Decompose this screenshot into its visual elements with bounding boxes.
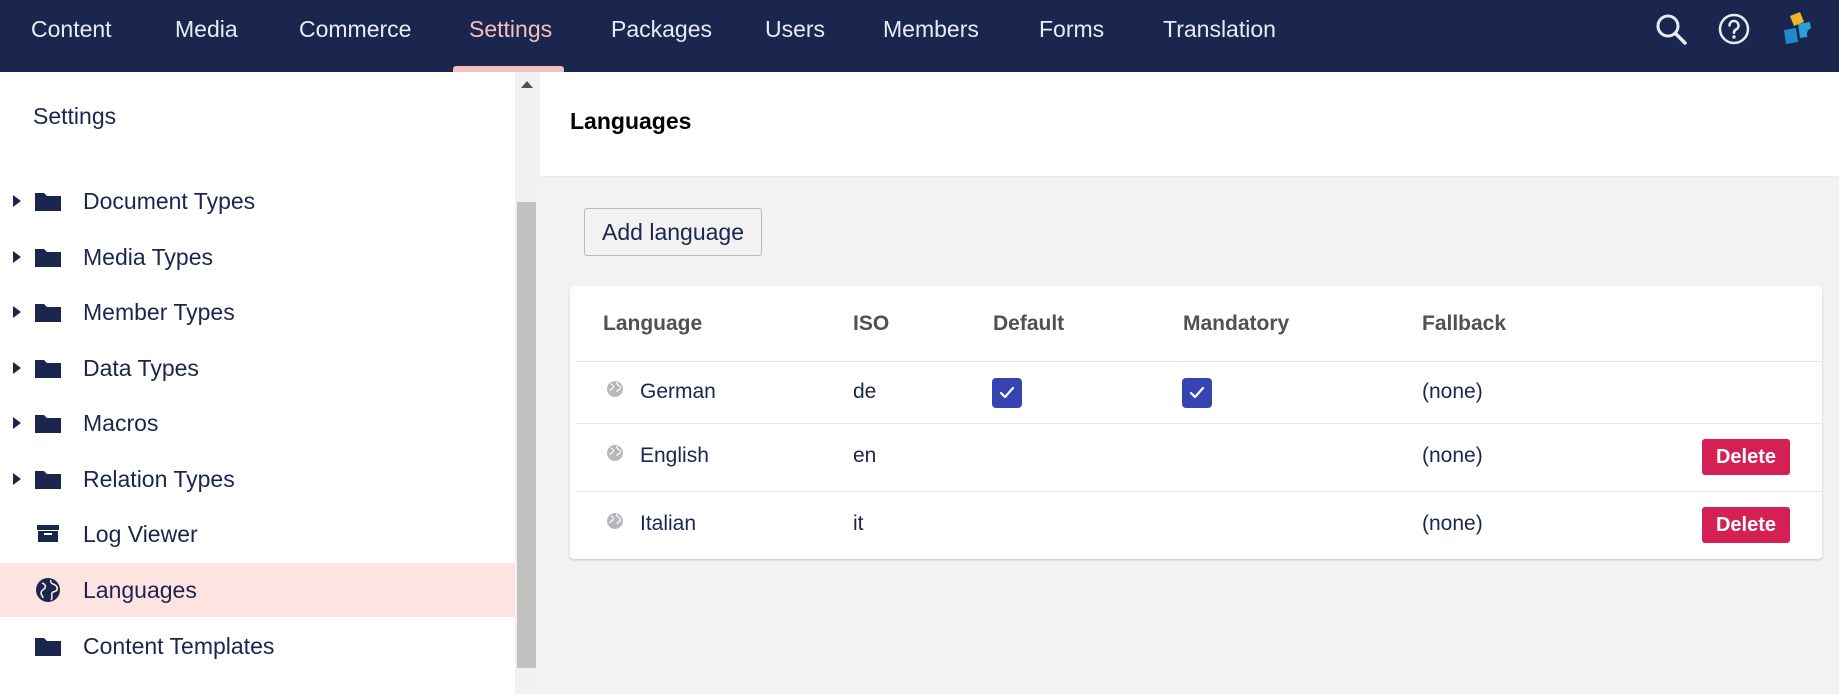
nav-forms[interactable]: Forms — [1039, 0, 1104, 72]
language-iso: en — [853, 444, 877, 467]
sidebar-item-label: Relation Types — [83, 466, 235, 492]
language-name[interactable]: German — [640, 380, 716, 404]
sidebar-item-macros[interactable]: Macros — [0, 396, 515, 450]
sidebar-item-content-templates[interactable]: Content Templates — [0, 619, 515, 673]
folder-icon — [34, 354, 62, 382]
column-header-mandatory[interactable]: Mandatory — [1183, 312, 1289, 336]
nav-settings[interactable]: Settings — [469, 0, 552, 72]
expand-caret-icon[interactable] — [13, 473, 21, 485]
row-divider — [576, 491, 1822, 492]
delete-button[interactable]: Delete — [1702, 507, 1790, 543]
expand-caret-icon[interactable] — [13, 362, 21, 374]
help-icon[interactable] — [1717, 12, 1751, 46]
sidebar-item-label: Media Types — [83, 244, 213, 270]
nav-members[interactable]: Members — [883, 0, 979, 72]
page-title: Languages — [570, 108, 692, 134]
language-name[interactable]: English — [640, 444, 709, 468]
sidebar-item-label: Macros — [83, 410, 159, 436]
user-avatar-icon[interactable] — [1780, 10, 1820, 50]
sidebar-item-label: Member Types — [83, 299, 235, 325]
sidebar-item-member-types[interactable]: Member Types — [0, 285, 515, 339]
folder-icon — [34, 409, 62, 437]
main-header — [540, 72, 1839, 177]
nav-media[interactable]: Media — [175, 0, 238, 72]
globe-icon — [606, 444, 624, 462]
language-fallback: (none) — [1422, 512, 1483, 535]
sidebar-item-data-types[interactable]: Data Types — [0, 341, 515, 395]
row-divider — [576, 361, 1822, 362]
expand-caret-icon[interactable] — [13, 306, 21, 318]
sidebar-item-label: Log Viewer — [83, 521, 198, 547]
column-header-iso[interactable]: ISO — [853, 312, 889, 336]
language-fallback: (none) — [1422, 444, 1483, 467]
expand-caret-icon[interactable] — [13, 417, 21, 429]
sidebar-item-languages[interactable]: Languages — [0, 563, 515, 617]
folder-icon — [34, 298, 62, 326]
archive-icon — [34, 520, 62, 548]
sidebar-scroll-thumb[interactable] — [517, 202, 536, 668]
delete-button[interactable]: Delete — [1702, 439, 1790, 475]
column-header-fallback[interactable]: Fallback — [1422, 312, 1506, 336]
column-header-language[interactable]: Language — [603, 312, 702, 336]
language-iso: it — [853, 512, 864, 535]
sidebar-item-label: Content Templates — [83, 633, 275, 659]
nav-translation[interactable]: Translation — [1163, 0, 1276, 72]
folder-icon — [34, 632, 62, 660]
column-header-default[interactable]: Default — [993, 312, 1064, 336]
globe-icon — [34, 576, 62, 604]
sidebar-item-label: Data Types — [83, 355, 199, 381]
default-checkbox[interactable] — [992, 378, 1022, 408]
search-icon[interactable] — [1654, 12, 1688, 46]
nav-commerce[interactable]: Commerce — [299, 0, 411, 72]
language-name[interactable]: Italian — [640, 512, 696, 536]
folder-icon — [34, 243, 62, 271]
sidebar-item-label: Languages — [83, 577, 197, 603]
scroll-up-arrow-icon[interactable] — [521, 81, 533, 88]
mandatory-checkbox[interactable] — [1182, 378, 1212, 408]
expand-caret-icon[interactable] — [13, 195, 21, 207]
nav-content[interactable]: Content — [31, 0, 112, 72]
globe-icon — [606, 380, 624, 398]
sidebar-item-label: Document Types — [83, 188, 256, 214]
sidebar-item-document-types[interactable]: Document Types — [0, 174, 515, 228]
sidebar-title: Settings — [33, 103, 117, 129]
nav-users[interactable]: Users — [765, 0, 825, 72]
add-language-button[interactable]: Add language — [584, 208, 762, 256]
folder-icon — [34, 187, 62, 215]
sidebar-item-relation-types[interactable]: Relation Types — [0, 452, 515, 506]
sidebar-item-log-viewer[interactable]: Log Viewer — [0, 507, 515, 561]
row-divider — [576, 423, 1822, 424]
language-fallback: (none) — [1422, 380, 1483, 403]
globe-icon — [606, 512, 624, 530]
folder-icon — [34, 465, 62, 493]
nav-packages[interactable]: Packages — [611, 0, 712, 72]
expand-caret-icon[interactable] — [13, 251, 21, 263]
language-iso: de — [853, 380, 877, 403]
sidebar-item-media-types[interactable]: Media Types — [0, 230, 515, 284]
